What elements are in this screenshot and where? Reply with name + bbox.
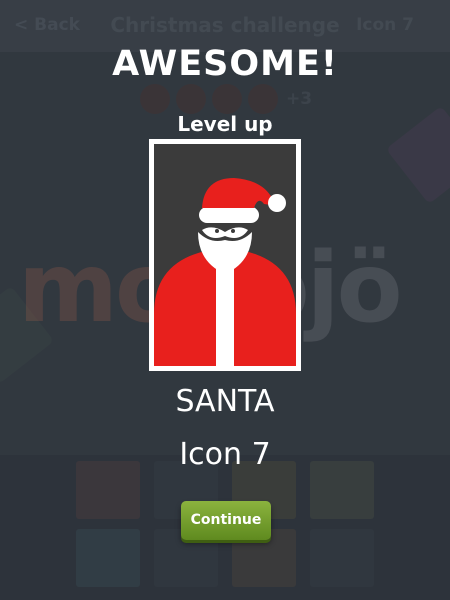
icon-name: SANTA bbox=[175, 384, 275, 419]
santa-eye bbox=[231, 229, 235, 233]
awesome-headline: AWESOME! bbox=[112, 44, 338, 84]
santa-icon bbox=[154, 144, 296, 366]
santa-suit-trim bbox=[216, 269, 234, 366]
santa-eye bbox=[215, 229, 219, 233]
continue-button[interactable]: Continue bbox=[181, 501, 271, 540]
level-up-subtitle: Level up bbox=[177, 112, 273, 136]
icon-number: Icon 7 bbox=[179, 437, 271, 472]
santa-icon-card bbox=[149, 139, 301, 371]
santa-hat-brim bbox=[199, 207, 259, 223]
santa-hat-pompom bbox=[268, 194, 286, 212]
